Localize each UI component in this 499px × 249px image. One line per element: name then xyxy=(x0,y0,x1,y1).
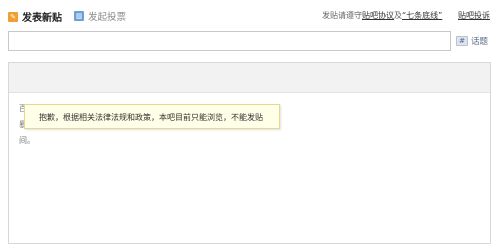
topic-button[interactable]: # 话题 xyxy=(456,35,488,47)
tab-new-post[interactable]: ✎ 发表新贴 xyxy=(8,9,62,24)
complaint-link[interactable]: 贴吧投诉 xyxy=(458,10,490,21)
tab-new-post-label: 发表新贴 xyxy=(22,13,62,24)
post-content-editor[interactable]: 百…《…互联网…评论自律管理承诺书》，严禁发布 暴…不良信息，构建清朗和谐的网络… xyxy=(8,62,491,244)
post-title-input[interactable] xyxy=(8,31,451,51)
rules-prefix: 发贴请遵守 xyxy=(322,11,362,20)
seven-bottom-lines-link[interactable]: “七条底线” xyxy=(402,11,442,20)
rules-joiner: 及 xyxy=(394,11,402,20)
posting-disabled-tooltip: 抱歉，根据相关法律法规和政策，本吧目前只能浏览，不能发贴 xyxy=(24,104,280,129)
topic-label: 话题 xyxy=(471,37,489,47)
tab-create-poll-label: 发起投票 xyxy=(88,12,127,23)
hashtag-icon: # xyxy=(456,36,468,46)
bar-chart-icon: ▥ xyxy=(74,11,84,21)
pencil-icon: ✎ xyxy=(8,11,18,22)
posting-rules: 发贴请遵守贴吧协议及“七条底线” xyxy=(322,10,442,21)
editor-toolbar xyxy=(9,63,490,93)
tab-create-poll[interactable]: ▥ 发起投票 xyxy=(74,9,126,23)
tieba-agreement-link[interactable]: 贴吧协议 xyxy=(362,11,394,20)
post-header: ✎ 发表新贴 ▥ 发起投票 发贴请遵守贴吧协议及“七条底线” 贴吧投诉 xyxy=(0,0,499,28)
notice-line: 间。 xyxy=(19,136,35,145)
